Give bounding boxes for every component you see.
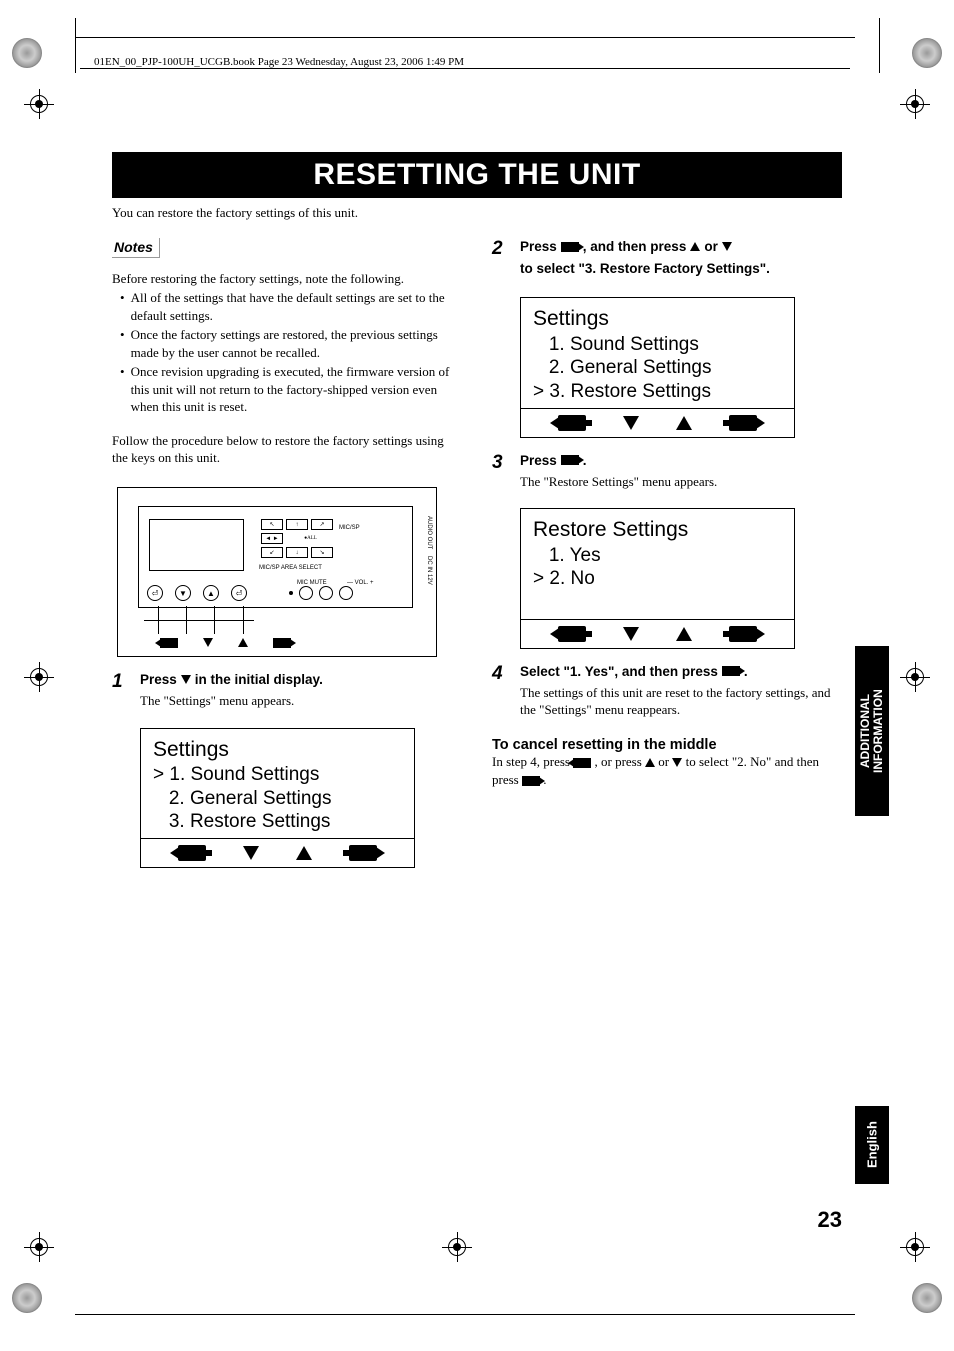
crop-line xyxy=(75,18,76,73)
device-back-button: ⏎ xyxy=(147,585,163,601)
note-item: Once revision upgrading is executed, the… xyxy=(131,363,462,416)
crop-line xyxy=(80,68,850,69)
lcd-display-1: Settings > 1. Sound Settings 2. General … xyxy=(140,728,415,869)
registration-mark xyxy=(30,1238,48,1256)
page-title: RESETTING THE UNIT xyxy=(112,152,842,198)
device-down-button: ▼ xyxy=(175,585,191,601)
enter-icon xyxy=(522,776,540,786)
enter-icon xyxy=(722,666,740,676)
step-number: 2 xyxy=(492,238,520,280)
registration-mark xyxy=(30,668,48,686)
registration-mark xyxy=(30,95,48,113)
page-number: 23 xyxy=(818,1207,842,1233)
book-header-info: 01EN_00_PJP-100UH_UCGB.book Page 23 Wedn… xyxy=(94,56,464,68)
up-arrow-icon xyxy=(676,627,692,641)
down-arrow-icon xyxy=(181,675,191,684)
intro-text: You can restore the factory settings of … xyxy=(112,204,842,222)
note-item: All of the settings that have the defaul… xyxy=(131,289,462,324)
back-icon xyxy=(558,626,586,642)
registration-mark xyxy=(448,1238,466,1256)
page-content: RESETTING THE UNIT You can restore the f… xyxy=(112,152,842,868)
lcd-display-3: Restore Settings 1. Yes > 2. No xyxy=(520,508,795,649)
up-arrow-icon xyxy=(676,416,692,430)
note-item: Once the factory settings are restored, … xyxy=(131,326,462,361)
enter-icon xyxy=(729,415,757,431)
right-column: 2 Press , and then press or to select "3… xyxy=(492,238,842,869)
back-icon xyxy=(178,845,206,861)
cancel-text: In step 4, press , or press or to select… xyxy=(492,754,819,787)
cancel-heading: To cancel resetting in the middle xyxy=(492,737,842,753)
crop-ornament-br xyxy=(912,1283,942,1313)
step-number: 3 xyxy=(492,452,520,491)
follow-text: Follow the procedure below to restore th… xyxy=(112,432,462,467)
down-arrow-icon xyxy=(672,758,682,767)
down-arrow-icon xyxy=(243,846,259,860)
notes-label: Notes xyxy=(112,238,160,258)
device-enter-button: ⏎ xyxy=(231,585,247,601)
device-screen xyxy=(149,519,244,571)
back-icon xyxy=(558,415,586,431)
up-arrow-icon xyxy=(296,846,312,860)
device-button-grid: ↖↑↗ ◄ ►● ALL ↙↓↘ xyxy=(261,519,333,558)
down-arrow-icon xyxy=(203,638,213,647)
enter-icon xyxy=(729,626,757,642)
back-icon xyxy=(573,758,591,768)
notes-intro: Before restoring the factory settings, n… xyxy=(112,270,462,288)
up-arrow-icon xyxy=(645,758,655,767)
side-tab-additional-info: ADDITIONALINFORMATION xyxy=(855,646,889,816)
notes-list: •All of the settings that have the defau… xyxy=(112,289,462,416)
step-number: 1 xyxy=(112,671,140,710)
crop-ornament-tr xyxy=(912,38,942,68)
enter-icon xyxy=(349,845,377,861)
enter-icon xyxy=(273,638,291,648)
up-arrow-icon xyxy=(690,242,700,251)
crop-ornament-bl xyxy=(12,1283,42,1313)
device-diagram: ↖↑↗ ◄ ►● ALL ↙↓↘ MIC/SP MIC/SP AREA SELE… xyxy=(117,487,437,657)
back-icon xyxy=(160,638,178,648)
down-arrow-icon xyxy=(623,416,639,430)
down-arrow-icon xyxy=(623,627,639,641)
step-description: The settings of this unit are reset to t… xyxy=(520,684,842,719)
up-arrow-icon xyxy=(238,638,248,647)
enter-icon xyxy=(561,455,579,465)
device-up-button: ▲ xyxy=(203,585,219,601)
registration-mark xyxy=(906,95,924,113)
enter-icon xyxy=(561,242,579,252)
crop-line xyxy=(75,1314,855,1315)
registration-mark xyxy=(906,1238,924,1256)
registration-mark xyxy=(906,668,924,686)
crop-line xyxy=(75,37,855,38)
crop-line xyxy=(879,18,880,73)
lcd-display-2: Settings 1. Sound Settings 2. General Se… xyxy=(520,297,795,438)
step-description: The "Settings" menu appears. xyxy=(140,692,462,710)
down-arrow-icon xyxy=(722,242,732,251)
audio-out-label: AUDIO OUT DC IN 12V xyxy=(426,516,432,585)
step-number: 4 xyxy=(492,663,520,719)
side-tab-language: English xyxy=(855,1106,889,1184)
crop-ornament-tl xyxy=(12,38,42,68)
step-description: The "Restore Settings" menu appears. xyxy=(520,473,842,491)
left-column: Notes Before restoring the factory setti… xyxy=(112,238,462,869)
